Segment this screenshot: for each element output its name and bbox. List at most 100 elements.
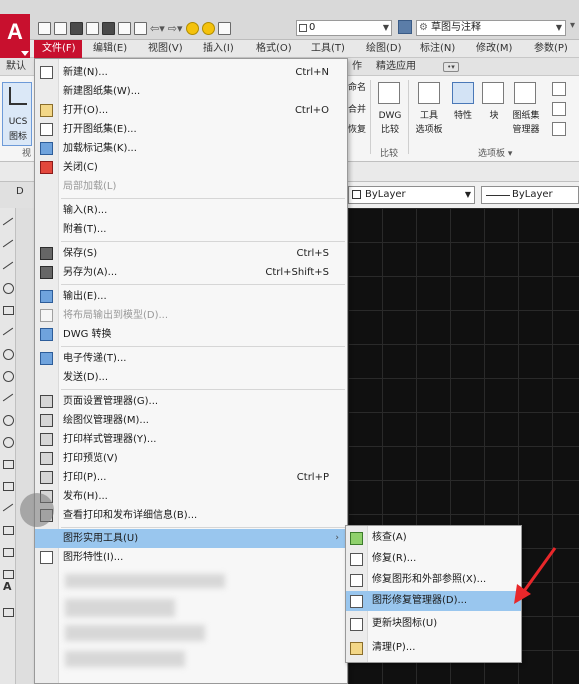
menu-item-etransmit[interactable]: 电子传递(T)... xyxy=(35,349,347,368)
menu-dimension[interactable]: 标注(N) xyxy=(420,40,455,58)
menu-item-open[interactable]: 打开(O)... Ctrl+O xyxy=(35,101,347,120)
block-label[interactable]: 块 xyxy=(482,110,506,122)
rectangle-icon[interactable] xyxy=(2,304,14,316)
menu-item-open-sheetset[interactable]: 打开图纸集(E)... xyxy=(35,120,347,139)
ucs-icon-button[interactable]: UCS 图标 xyxy=(2,82,32,146)
ribbon-tab-collab[interactable]: 作 xyxy=(352,58,362,76)
submenu-item-update-block-icons[interactable]: 更新块图标(U) xyxy=(346,614,521,634)
menu-item-plot-style[interactable]: 打印样式管理器(Y)... xyxy=(35,430,347,449)
drawing-tab[interactable]: D xyxy=(16,186,24,197)
submenu-item-recovery-manager[interactable]: 图形修复管理器(D)... xyxy=(346,591,521,611)
ribbon-tab-default[interactable]: 默认 xyxy=(6,58,26,76)
dwg-compare-icon[interactable] xyxy=(378,82,400,104)
layer-lock-icon[interactable] xyxy=(217,21,231,35)
menu-item-dwg-convert[interactable]: DWG 转换 xyxy=(35,325,347,344)
sheetset-label-2[interactable]: 管理器 xyxy=(508,124,544,136)
app-logo[interactable]: A xyxy=(0,14,30,58)
submenu-item-recover-xref[interactable]: 修复图形和外部参照(X)... xyxy=(346,570,521,590)
new-file-icon[interactable] xyxy=(38,21,51,35)
dwg-compare-label[interactable]: DWG xyxy=(374,110,406,122)
tool-palettes-icon[interactable] xyxy=(418,82,440,104)
palette-group-label[interactable]: 选项板 ▾ xyxy=(478,146,512,159)
hatch-icon[interactable] xyxy=(2,524,14,536)
menu-item-load-markup[interactable]: 加载标记集(K)... xyxy=(35,139,347,158)
small-tool-icon[interactable] xyxy=(552,102,566,116)
menu-item-import[interactable]: 输入(R)... xyxy=(35,201,347,220)
menu-item-new-sheetset[interactable]: 新建图纸集(W)... xyxy=(35,82,347,101)
submenu-item-recover[interactable]: 修复(R)... xyxy=(346,549,521,569)
customize-qat-icon[interactable]: ▾ xyxy=(570,20,575,31)
menu-insert[interactable]: 插入(I) xyxy=(203,40,234,58)
text-icon[interactable]: A xyxy=(3,580,12,593)
linetype-combo[interactable]: ByLayer xyxy=(481,186,579,204)
spline-icon[interactable] xyxy=(2,392,14,404)
region-icon[interactable] xyxy=(2,568,14,580)
gradient-icon[interactable] xyxy=(2,546,14,558)
polyline-icon[interactable] xyxy=(2,260,14,272)
small-tool-icon[interactable] xyxy=(552,122,566,136)
revision-cloud-icon[interactable] xyxy=(2,370,14,382)
menu-item-save[interactable]: 保存(S) Ctrl+S xyxy=(35,244,347,263)
tool-palettes-label[interactable]: 工具 xyxy=(410,110,448,122)
undo-icon[interactable]: ⇦▾ xyxy=(150,22,165,35)
plot-icon[interactable] xyxy=(134,21,147,35)
polygon-icon[interactable] xyxy=(2,282,14,294)
restore-label[interactable]: 恢复 xyxy=(348,124,366,136)
submenu-item-audit[interactable]: 核查(A) xyxy=(346,528,521,548)
layer-combo[interactable]: 0 ▼ xyxy=(296,20,392,36)
sheetset-label[interactable]: 图纸集 xyxy=(508,110,544,122)
ellipse-icon[interactable] xyxy=(2,414,14,426)
point-icon[interactable] xyxy=(2,502,14,514)
dwg-compare-label-2[interactable]: 比较 xyxy=(374,124,406,136)
menu-parametric[interactable]: 参数(P) xyxy=(534,40,568,58)
named-views-label[interactable]: 命名 xyxy=(348,82,366,94)
menu-item-drawing-properties[interactable]: 图形特性(I)... xyxy=(35,548,347,567)
block-icon[interactable] xyxy=(482,82,504,104)
save-icon[interactable] xyxy=(70,21,83,35)
menu-draw[interactable]: 绘图(D) xyxy=(366,40,402,58)
ribbon-minimize-icon[interactable]: •▾ xyxy=(443,62,459,72)
menu-item-export[interactable]: 输出(E)... xyxy=(35,287,347,306)
table-icon[interactable] xyxy=(2,606,14,618)
menu-item-plot-details[interactable]: 查看打印和发布详细信息(B)... xyxy=(35,506,347,525)
save-as-icon[interactable] xyxy=(86,21,99,35)
properties-label[interactable]: 特性 xyxy=(450,110,476,122)
menu-item-drawing-utilities[interactable]: 图形实用工具(U) › xyxy=(35,529,347,548)
menu-view[interactable]: 视图(V) xyxy=(148,40,183,58)
menu-tools[interactable]: 工具(T) xyxy=(311,40,345,58)
small-tool-icon[interactable] xyxy=(552,82,566,96)
redo-icon[interactable]: ⇨▾ xyxy=(168,22,183,35)
menu-item-attach[interactable]: 附着(T)... xyxy=(35,220,347,239)
insert-block-icon[interactable] xyxy=(2,458,14,470)
color-combo[interactable]: ByLayer ▼ xyxy=(348,186,475,204)
menu-item-plotter-manager[interactable]: 绘图仪管理器(M)... xyxy=(35,411,347,430)
circle-icon[interactable] xyxy=(2,348,14,360)
properties-icon[interactable] xyxy=(452,82,474,104)
menu-item-plot[interactable]: 打印(P)... Ctrl+P xyxy=(35,468,347,487)
menu-item-close[interactable]: 关闭(C) xyxy=(35,158,347,177)
menu-edit[interactable]: 编辑(E) xyxy=(93,40,127,58)
arc-icon[interactable] xyxy=(2,326,14,338)
sheetset-manager-icon[interactable] xyxy=(514,82,536,104)
open-file-icon[interactable] xyxy=(54,21,67,35)
print-icon[interactable] xyxy=(118,21,131,35)
menu-format[interactable]: 格式(O) xyxy=(256,40,292,58)
menu-file[interactable]: 文件(F) xyxy=(34,40,82,58)
workspace-switch-icon[interactable] xyxy=(398,20,412,34)
workspace-combo[interactable]: ⚙ 草图与注释 ▼ xyxy=(416,20,566,36)
menu-item-page-setup[interactable]: 页面设置管理器(G)... xyxy=(35,392,347,411)
ribbon-tab-featured[interactable]: 精选应用 xyxy=(376,58,416,76)
menu-item-save-as[interactable]: 另存为(A)... Ctrl+Shift+S xyxy=(35,263,347,282)
menu-item-send[interactable]: 发送(D)... xyxy=(35,368,347,387)
publish-icon[interactable] xyxy=(102,21,115,35)
menu-item-plot-preview[interactable]: 打印预览(V) xyxy=(35,449,347,468)
menu-modify[interactable]: 修改(M) xyxy=(476,40,512,58)
construction-line-icon[interactable] xyxy=(2,238,14,250)
submenu-item-purge[interactable]: 清理(P)... xyxy=(346,638,521,658)
layer-light-icon[interactable] xyxy=(185,21,199,35)
merge-label[interactable]: 合并 xyxy=(348,104,366,116)
menu-item-publish[interactable]: 发布(H)... xyxy=(35,487,347,506)
menu-item-new[interactable]: 新建(N)... Ctrl+N xyxy=(35,63,347,82)
make-block-icon[interactable] xyxy=(2,480,14,492)
tool-palettes-label-2[interactable]: 选项板 xyxy=(410,124,448,136)
